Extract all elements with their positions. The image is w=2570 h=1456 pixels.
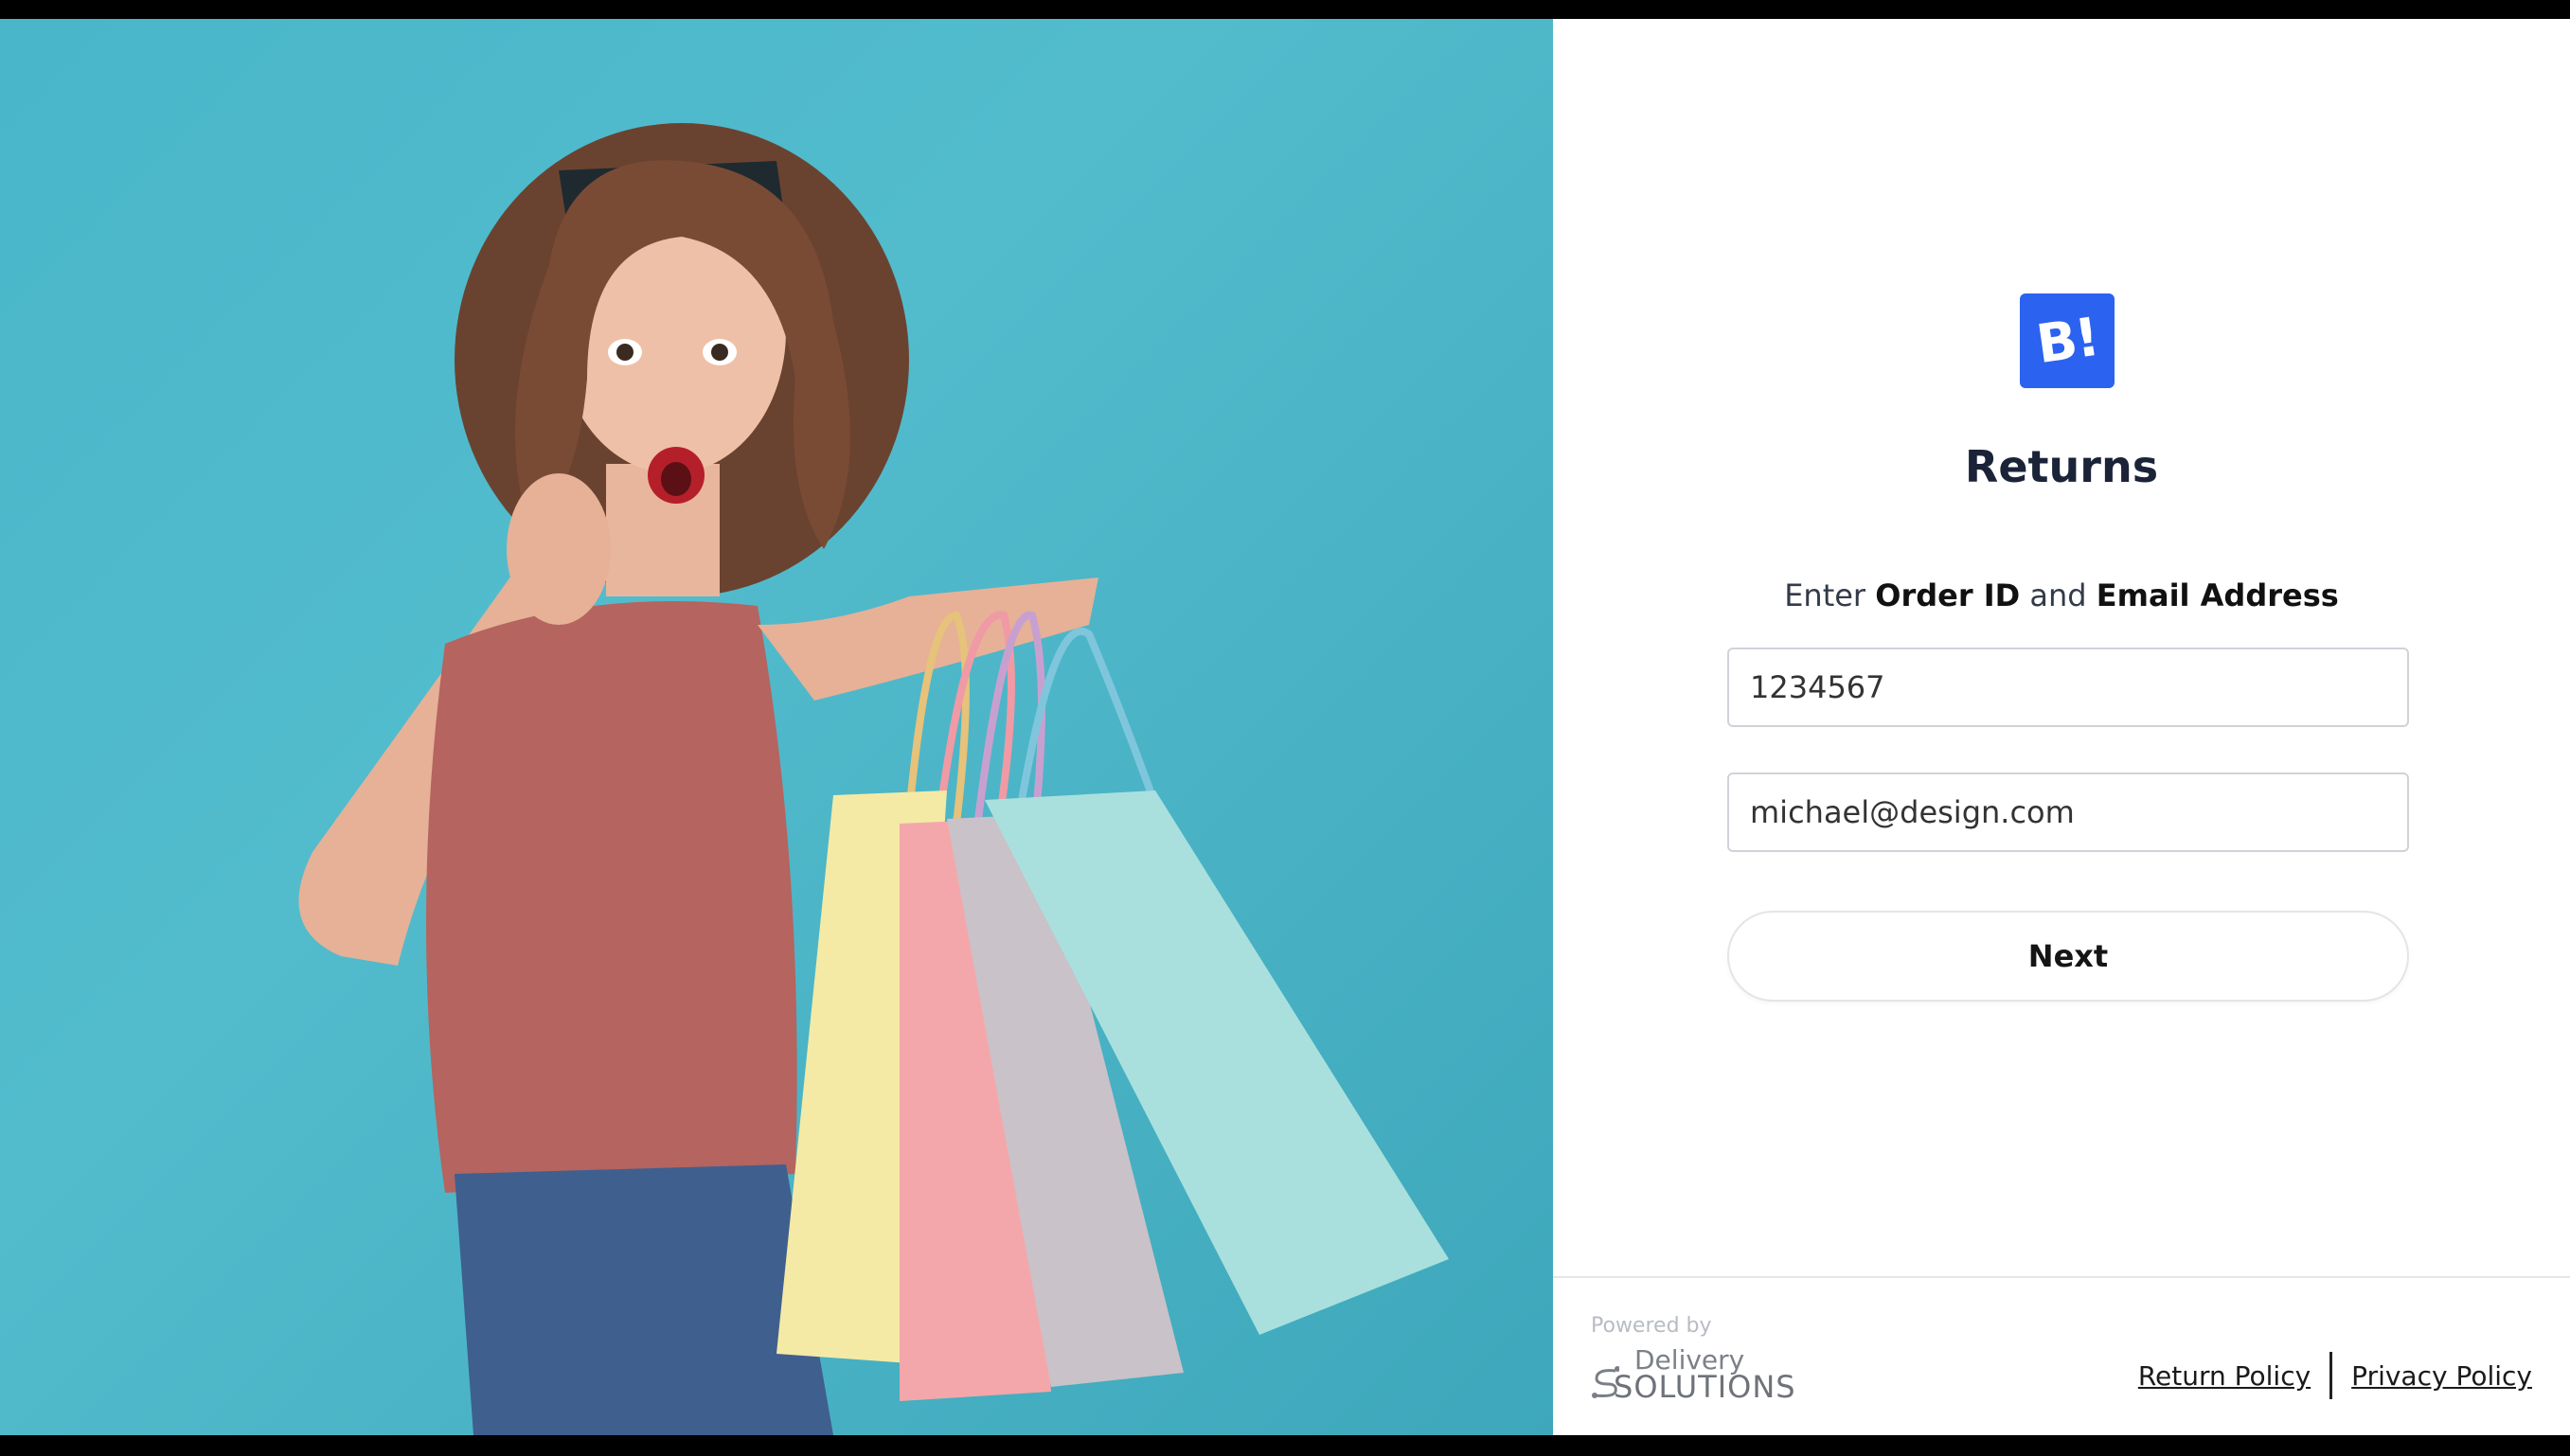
instruction-prefix: Enter	[1784, 577, 1866, 613]
links-divider	[2329, 1352, 2333, 1399]
hero-image	[0, 19, 1553, 1435]
shopping-woman-illustration	[298, 123, 1449, 1435]
order-id-input[interactable]	[1727, 648, 2409, 727]
instruction-order-id: Order ID	[1875, 577, 2021, 613]
next-button[interactable]: Next	[1727, 911, 2409, 1002]
instruction-email: Email Address	[2096, 577, 2339, 613]
instruction-mid: and	[2029, 577, 2087, 613]
instructions: Enter Order ID and Email Address	[1553, 577, 2570, 613]
brand-logo: B!	[2020, 293, 2115, 388]
email-input[interactable]	[1727, 772, 2409, 852]
delivery-solutions-logo: Delivery SOLUTIONS	[1591, 1344, 1799, 1420]
footer-divider	[1553, 1276, 2570, 1278]
return-policy-link[interactable]: Return Policy	[2138, 1360, 2311, 1392]
footer-links: Return Policy Privacy Policy	[2138, 1352, 2532, 1399]
privacy-policy-link[interactable]: Privacy Policy	[2351, 1360, 2532, 1392]
returns-panel: B! Returns Enter Order ID and Email Addr…	[1553, 19, 2570, 1435]
brand-logo-text: B!	[2032, 306, 2102, 376]
provider-line2: SOLUTIONS	[1614, 1369, 1796, 1405]
powered-by-label: Powered by	[1591, 1314, 1712, 1338]
page-title: Returns	[1964, 441, 2159, 492]
